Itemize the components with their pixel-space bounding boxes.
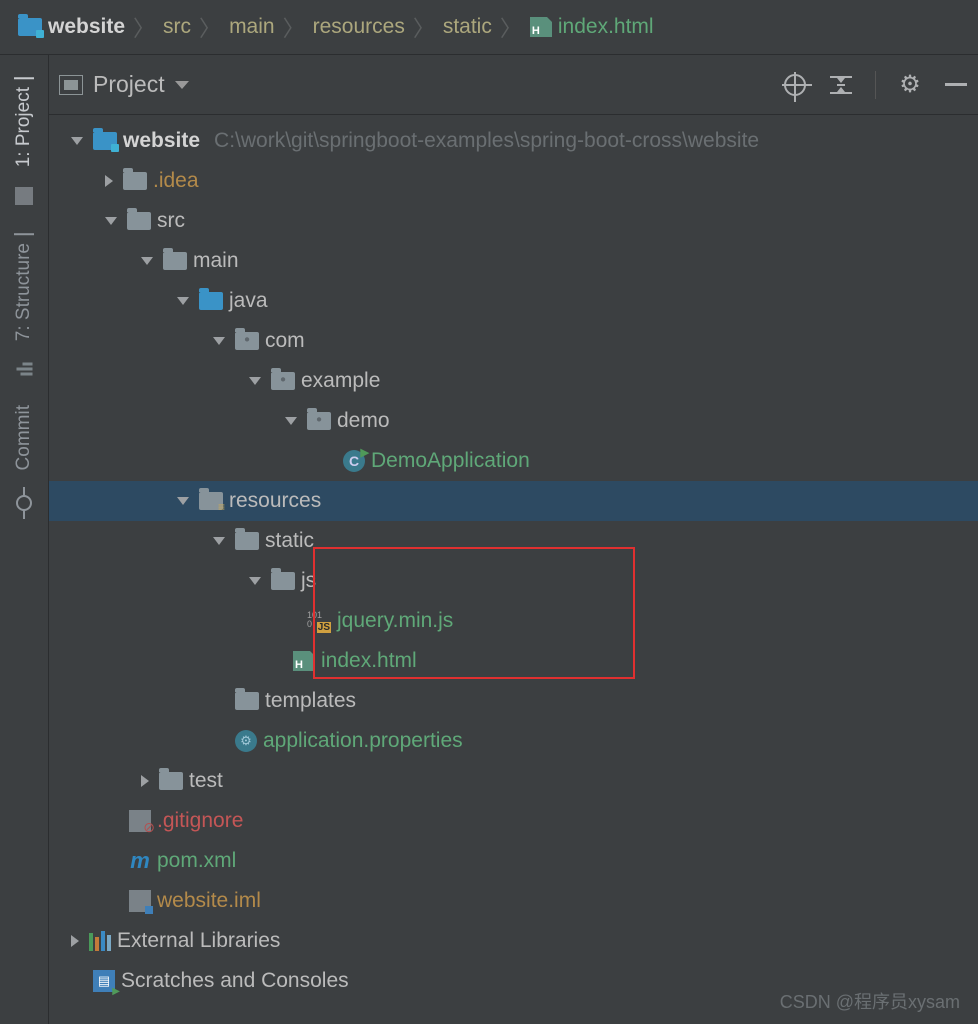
folder-icon <box>235 692 259 710</box>
module-folder-icon <box>93 132 117 150</box>
folder-icon <box>163 252 187 270</box>
expand-arrow-icon[interactable] <box>213 537 225 545</box>
expand-arrow-icon[interactable] <box>141 775 149 787</box>
tree-node-gitignore[interactable]: .gitignore <box>49 801 978 841</box>
structure-icon <box>16 363 32 376</box>
breadcrumb-separator-icon: 〉 <box>197 11 223 43</box>
expand-arrow-icon[interactable] <box>141 257 153 265</box>
package-icon <box>307 412 331 430</box>
tree-node-pom[interactable]: m pom.xml <box>49 841 978 881</box>
tree-node-demo-application[interactable]: C DemoApplication <box>49 441 978 481</box>
divider <box>875 71 876 99</box>
class-run-icon: C <box>343 450 365 472</box>
expand-arrow-icon[interactable] <box>105 175 113 187</box>
tree-node-index-html[interactable]: index.html <box>49 641 978 681</box>
html-file-icon <box>293 651 315 671</box>
gitignore-file-icon <box>129 810 151 832</box>
project-panel-header: Project ⚙ <box>49 55 978 115</box>
tree-node-root[interactable]: website C:\work\git\springboot-examples\… <box>49 121 978 161</box>
tree-node-example[interactable]: example <box>49 361 978 401</box>
tree-node-js[interactable]: js <box>49 561 978 601</box>
folder-icon <box>127 212 151 230</box>
project-view-icon <box>59 75 83 95</box>
expand-arrow-icon[interactable] <box>71 935 79 947</box>
sidebar-tab-project[interactable]: 1: Project <box>13 67 35 177</box>
breadcrumb-item[interactable]: index.html <box>530 15 654 39</box>
iml-file-icon <box>129 890 151 912</box>
expand-arrow-icon[interactable] <box>249 377 261 385</box>
tree-node-main[interactable]: main <box>49 241 978 281</box>
breadcrumb-item[interactable]: website <box>18 15 125 39</box>
html-file-icon <box>530 17 552 37</box>
collapse-all-icon[interactable] <box>829 73 853 97</box>
breadcrumb-separator-icon: 〉 <box>498 11 524 43</box>
js-file-icon <box>307 611 331 631</box>
resources-folder-icon <box>199 492 223 510</box>
project-panel-title[interactable]: Project <box>93 71 165 98</box>
tree-node-idea[interactable]: .idea <box>49 161 978 201</box>
tree-node-com[interactable]: com <box>49 321 978 361</box>
select-opened-file-icon[interactable] <box>783 73 807 97</box>
tree-node-iml[interactable]: website.iml <box>49 881 978 921</box>
package-icon <box>271 372 295 390</box>
project-icon <box>15 187 33 205</box>
expand-arrow-icon[interactable] <box>177 497 189 505</box>
properties-file-icon <box>235 730 257 752</box>
chevron-down-icon[interactable] <box>175 81 189 89</box>
folder-icon <box>271 572 295 590</box>
expand-arrow-icon[interactable] <box>285 417 297 425</box>
expand-arrow-icon[interactable] <box>71 137 83 145</box>
expand-arrow-icon[interactable] <box>105 217 117 225</box>
minimize-icon[interactable] <box>944 73 968 97</box>
maven-file-icon: m <box>129 850 151 872</box>
tree-node-static[interactable]: static <box>49 521 978 561</box>
tree-node-test[interactable]: test <box>49 761 978 801</box>
breadcrumb-item[interactable]: static <box>443 15 492 39</box>
tool-window-sidebar: 1: Project 7: Structure Commit <box>0 55 49 1024</box>
expand-arrow-icon[interactable] <box>177 297 189 305</box>
expand-arrow-icon[interactable] <box>213 337 225 345</box>
breadcrumb: website 〉 src 〉 main 〉 resources 〉 stati… <box>0 0 978 55</box>
project-tree[interactable]: website C:\work\git\springboot-examples\… <box>49 115 978 1024</box>
external-libraries-icon <box>89 931 111 951</box>
expand-arrow-icon[interactable] <box>249 577 261 585</box>
breadcrumb-item[interactable]: main <box>229 15 275 39</box>
tree-node-jquery[interactable]: jquery.min.js <box>49 601 978 641</box>
folder-icon <box>235 532 259 550</box>
breadcrumb-item[interactable]: resources <box>313 15 405 39</box>
breadcrumb-separator-icon: 〉 <box>411 11 437 43</box>
tree-node-src[interactable]: src <box>49 201 978 241</box>
breadcrumb-separator-icon: 〉 <box>281 11 307 43</box>
commit-icon <box>16 495 32 511</box>
watermark: CSDN @程序员xysam <box>780 988 960 1014</box>
module-icon <box>18 18 42 36</box>
folder-icon <box>159 772 183 790</box>
sidebar-tab-commit[interactable]: Commit <box>13 395 35 480</box>
folder-icon <box>123 172 147 190</box>
breadcrumb-separator-icon: 〉 <box>131 11 157 43</box>
tree-node-external-libraries[interactable]: External Libraries <box>49 921 978 961</box>
tree-node-app-props[interactable]: application.properties <box>49 721 978 761</box>
source-folder-icon <box>199 292 223 310</box>
gear-icon[interactable]: ⚙ <box>898 73 922 97</box>
tree-node-demo[interactable]: demo <box>49 401 978 441</box>
tree-node-templates[interactable]: templates <box>49 681 978 721</box>
package-icon <box>235 332 259 350</box>
sidebar-tab-structure[interactable]: 7: Structure <box>13 223 35 351</box>
tree-node-resources[interactable]: resources <box>49 481 978 521</box>
tree-node-java[interactable]: java <box>49 281 978 321</box>
scratches-icon: ▤ <box>93 970 115 992</box>
breadcrumb-item[interactable]: src <box>163 15 191 39</box>
